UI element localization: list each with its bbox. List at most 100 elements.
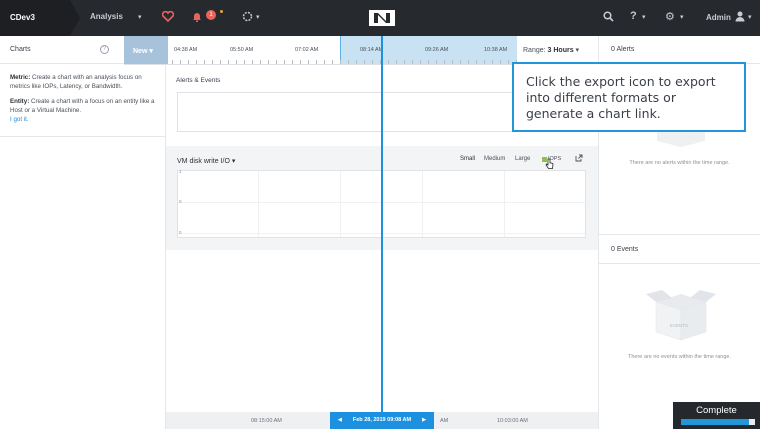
timeline-tick-mark — [180, 60, 181, 64]
progress-fill — [681, 419, 750, 425]
top-bar: CDev3 Analysis ▾ 1 ▾ ? ▾ ⚙ ▾ Admin ▾ — [0, 0, 760, 36]
range-selector[interactable]: Range: 3 Hours ▾ — [523, 46, 579, 54]
timeline-tick-mark — [276, 60, 277, 64]
current-time-marker[interactable]: ◀ Feb 28, 2019 09:08 AM ▶ — [330, 412, 434, 429]
timeline-tick-mark — [260, 60, 261, 64]
got-it-link[interactable]: I got it. — [10, 116, 29, 123]
chevron-down-icon[interactable]: ▾ — [256, 13, 260, 21]
timeline-tick-mark — [348, 60, 349, 64]
gridline — [258, 171, 259, 237]
chevron-down-icon[interactable]: ▾ — [138, 13, 142, 21]
nutanix-logo — [369, 10, 395, 26]
timeline-tick-mark — [332, 60, 333, 64]
new-label: New — [133, 48, 148, 55]
gridline — [340, 171, 341, 237]
gear-icon[interactable]: ⚙ — [665, 10, 675, 23]
timeline-tick-mark — [508, 60, 509, 64]
size-small-option[interactable]: Small — [460, 156, 475, 162]
timeline-tick-mark — [300, 60, 301, 64]
timeline-tick: 04:38 AM — [174, 47, 198, 53]
timeline-tick: 07:02 AM — [295, 47, 319, 53]
alerts-empty-message: There are no alerts within the time rang… — [629, 160, 730, 166]
timeline-tick-mark — [444, 60, 445, 64]
new-chart-button[interactable]: New ▾ — [124, 36, 168, 64]
box-label: EVENTS — [670, 323, 689, 328]
events-empty-message: There are no events within the time rang… — [627, 354, 732, 360]
help-icon[interactable]: ? — [630, 10, 637, 22]
alerts-events-title: Alerts & Events — [176, 77, 221, 84]
chevron-down-icon[interactable]: ▾ — [642, 13, 646, 21]
gridline — [422, 171, 423, 237]
divider — [599, 263, 760, 264]
alerts-count-title: 0 Alerts — [611, 46, 635, 53]
timeline-tick: 09:26 AM — [425, 47, 449, 53]
timeline-tick-mark — [356, 60, 357, 64]
chevron-down-icon[interactable]: ▾ — [680, 13, 684, 21]
timeline-tick-mark — [396, 60, 397, 64]
entity-description: Entity: Create a chart with a focus on a… — [10, 97, 155, 124]
chart-title-text: VM disk write I/O — [177, 158, 230, 165]
gridline — [504, 171, 505, 237]
progress-track — [681, 419, 755, 425]
bottom-time-label: AM — [440, 418, 449, 424]
entity-term: Entity: — [10, 98, 30, 105]
time-cursor-line[interactable] — [381, 36, 383, 416]
divider — [0, 136, 165, 137]
metric-description: Metric: Create a chart with an analysis … — [10, 73, 155, 91]
y-tick-label: 1 — [179, 169, 182, 174]
entity-text: Create a chart with a focus on an entity… — [10, 98, 155, 114]
metric-text: Create a chart with an analysis focus on… — [10, 74, 142, 90]
chart-title[interactable]: VM disk write I/O ▾ — [177, 157, 235, 165]
status-complete: Complete — [673, 402, 760, 429]
timeline-tick-mark — [236, 60, 237, 64]
timeline-tick-mark — [484, 60, 485, 64]
timeline-tick-mark — [372, 60, 373, 64]
timeline-tick-mark — [308, 60, 309, 64]
size-medium-option[interactable]: Medium — [484, 156, 505, 162]
timeline-tick-mark — [204, 60, 205, 64]
chevron-down-icon[interactable]: ▾ — [748, 13, 752, 21]
timeline-tick-mark — [220, 60, 221, 64]
export-tooltip: Click the export icon to export into dif… — [512, 62, 746, 132]
y-tick-label: 0 — [179, 199, 182, 204]
timeline-tick: 08:14 AM — [360, 47, 384, 53]
timeline-tick-mark — [316, 60, 317, 64]
empty-box-illustration: EVENTS — [644, 288, 718, 346]
divider — [599, 234, 760, 235]
nav-analysis[interactable]: Analysis — [90, 12, 123, 21]
alert-count-badge: 1 — [206, 10, 216, 20]
events-count-title: 0 Events — [611, 246, 639, 253]
timeline-bar[interactable]: New ▾ 04:38 AM 05:50 AM 07:02 AM 08:14 A… — [124, 36, 517, 65]
bell-icon[interactable] — [192, 11, 202, 25]
timeline-tick-mark — [212, 60, 213, 64]
timeline-tick-mark — [292, 60, 293, 64]
timeline-tick-mark — [500, 60, 501, 64]
timeline-tick-mark — [172, 60, 173, 64]
user-icon[interactable] — [735, 11, 745, 25]
timeline-tick-mark — [404, 60, 405, 64]
timeline-tick: 10:38 AM — [484, 47, 508, 53]
size-large-option[interactable]: Large — [515, 156, 530, 162]
timeline-tick-mark — [476, 60, 477, 64]
timeline-tick-mark — [244, 60, 245, 64]
question-icon[interactable]: ? — [100, 45, 109, 54]
right-arrow-icon: ▶ — [422, 417, 426, 423]
range-value: 3 Hours — [547, 47, 574, 54]
bottom-time-label: 08:15:00 AM — [251, 418, 282, 424]
timeline-tick-mark — [268, 60, 269, 64]
export-icon[interactable] — [575, 154, 583, 164]
timeline-tick-mark — [196, 60, 197, 64]
health-heart-icon[interactable] — [161, 10, 175, 25]
tasks-circle-icon[interactable] — [242, 11, 253, 25]
complete-label: Complete — [696, 405, 737, 416]
metric-term: Metric: — [10, 74, 31, 81]
cluster-name[interactable]: CDev3 — [0, 0, 70, 36]
current-time-label: Feb 28, 2019 09:08 AM — [352, 417, 412, 423]
admin-user[interactable]: Admin — [706, 13, 731, 22]
timeline-tick-mark — [188, 60, 189, 64]
search-icon[interactable] — [603, 11, 614, 25]
timeline-tick-mark — [436, 60, 437, 64]
timeline-tick-mark — [452, 60, 453, 64]
timeline-tick-mark — [468, 60, 469, 64]
timeline-tick-mark — [412, 60, 413, 64]
